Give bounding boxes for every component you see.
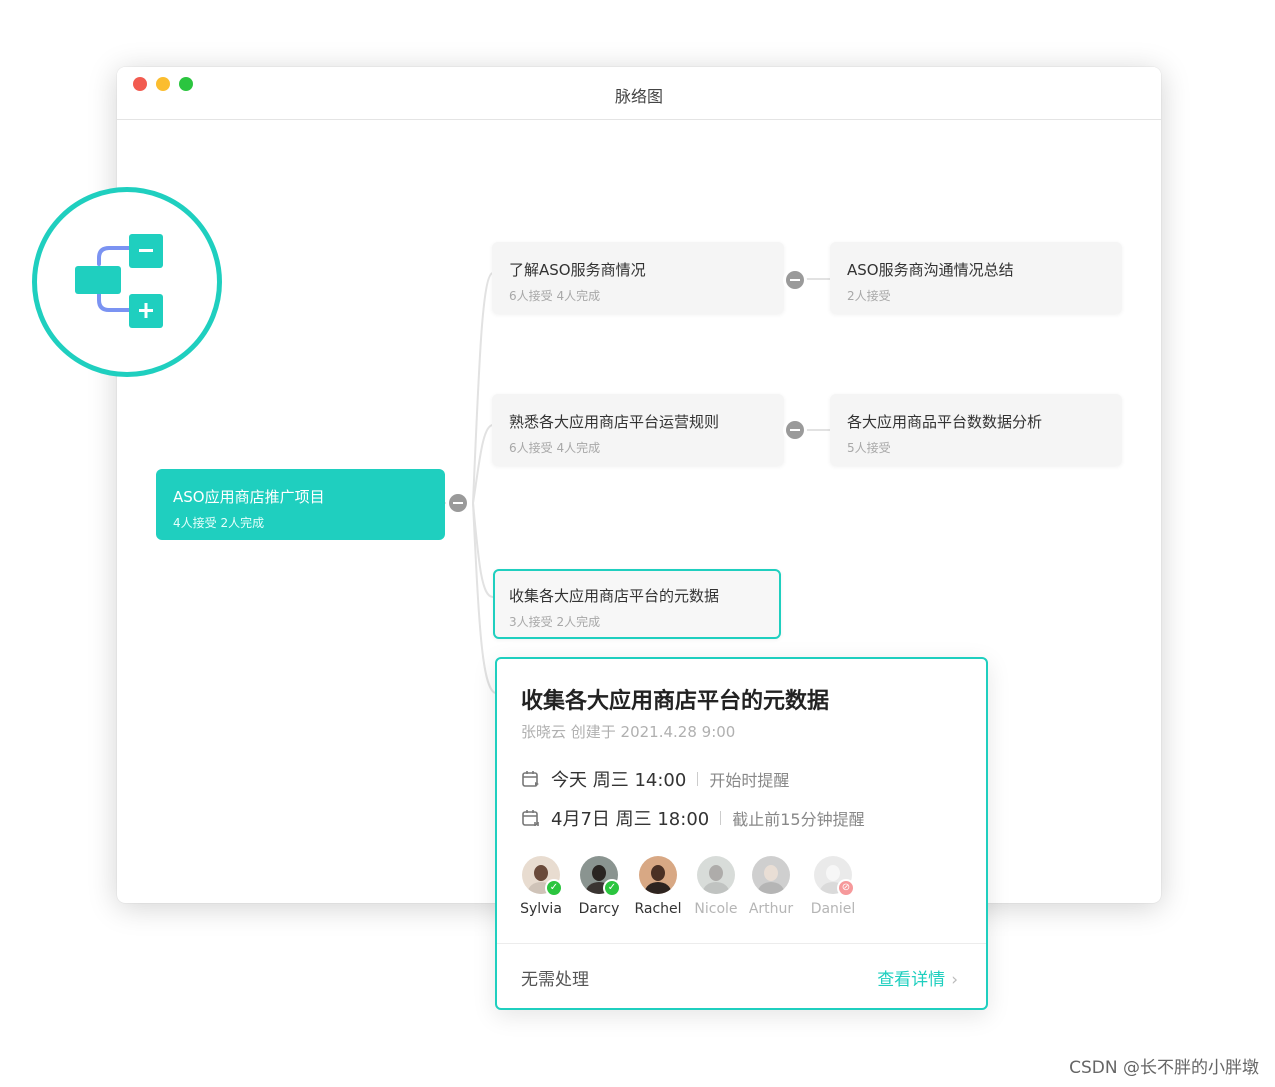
mindmap-node-3-selected[interactable]: 收集各大应用商店平台的元数据 3人接受 2人完成 — [493, 569, 781, 639]
start-time: 今天 周三 14:00 — [551, 770, 687, 791]
mindmap-node-2[interactable]: 熟悉各大应用商店平台运营规则 6人接受 4人完成 — [492, 394, 784, 466]
avatar — [697, 856, 735, 894]
node-title: 熟悉各大应用商店平台运营规则 — [509, 413, 720, 431]
assignee-darcy[interactable]: ✓ Darcy — [569, 856, 629, 917]
assignee-name: Darcy — [578, 901, 620, 917]
mindmap-node-root[interactable]: ASO应用商店推广项目 4人接受 2人完成 — [156, 469, 445, 540]
divider — [720, 811, 722, 825]
assignee-sylvia[interactable]: ✓ Sylvia — [511, 856, 571, 917]
assignee-daniel[interactable]: ⊘ Daniel — [803, 856, 863, 917]
assignee-arthur[interactable]: Arthur — [741, 856, 801, 917]
check-icon: ✓ — [545, 879, 563, 897]
popup-divider — [497, 943, 986, 944]
mindmap-node-1[interactable]: 了解ASO服务商情况 6人接受 4人完成 — [492, 242, 784, 314]
node-title: ASO服务商沟通情况总结 — [847, 261, 1014, 279]
node-stats: 5人接受 — [847, 441, 891, 455]
node-stats: 6人接受 4人完成 — [509, 441, 601, 455]
calendar-due-icon — [522, 810, 539, 826]
avatar — [752, 856, 790, 894]
mindmap-icon — [75, 234, 163, 328]
node-stats: 3人接受 2人完成 — [509, 615, 601, 629]
divider — [697, 772, 699, 786]
mindmap-badge — [32, 187, 222, 377]
task-detail-popup: 收集各大应用商店平台的元数据 张晓云 创建于 2021.4.28 9:00 今天… — [495, 657, 988, 1010]
node-title: 收集各大应用商店平台的元数据 — [509, 587, 720, 605]
chevron-right-icon: › — [951, 970, 958, 990]
assignee-rachel[interactable]: Rachel — [628, 856, 688, 917]
assignee-name: Daniel — [810, 901, 856, 917]
assignee-name: Arthur — [748, 901, 794, 917]
avatar: ✓ — [580, 856, 621, 897]
mindmap-node-2-1[interactable]: 各大应用商品平台数数据分析 5人接受 — [830, 394, 1122, 466]
rejected-icon: ⊘ — [837, 879, 855, 897]
node-title: ASO应用商店推广项目 — [173, 488, 325, 506]
assignee-name: Nicole — [694, 901, 738, 917]
start-reminder: 开始时提醒 — [709, 771, 790, 790]
avatar: ⊘ — [814, 856, 855, 897]
assignee-nicole[interactable]: Nicole — [686, 856, 746, 917]
view-details-link[interactable]: 查看详情 › — [877, 965, 958, 990]
status-text: 无需处理 — [521, 970, 589, 990]
mindmap-node-1-1[interactable]: ASO服务商沟通情况总结 2人接受 — [830, 242, 1122, 314]
node-title: 各大应用商品平台数数据分析 — [847, 413, 1043, 431]
node-stats: 6人接受 4人完成 — [509, 289, 601, 303]
assignee-name: Sylvia — [520, 901, 562, 917]
check-icon: ✓ — [603, 879, 621, 897]
calendar-start-icon — [522, 771, 539, 787]
avatar: ✓ — [522, 856, 563, 897]
due-reminder: 截止前15分钟提醒 — [732, 810, 865, 829]
popup-meta: 张晓云 创建于 2021.4.28 9:00 — [521, 723, 736, 741]
avatar — [639, 856, 677, 894]
watermark: CSDN @长不胖的小胖墩 — [1069, 1058, 1259, 1078]
assignee-name: Rachel — [634, 901, 682, 917]
collapse-root-button[interactable] — [449, 494, 467, 512]
node-title: 了解ASO服务商情况 — [509, 261, 646, 279]
due-time: 4月7日 周三 18:00 — [551, 809, 710, 830]
due-time-row[interactable]: 4月7日 周三 18:00 截止前15分钟提醒 — [521, 806, 865, 830]
node-stats: 4人接受 2人完成 — [173, 516, 265, 530]
start-time-row[interactable]: 今天 周三 14:00 开始时提醒 — [521, 767, 789, 791]
popup-title: 收集各大应用商店平台的元数据 — [521, 689, 830, 714]
collapse-node-1-button[interactable] — [786, 271, 804, 289]
collapse-node-2-button[interactable] — [786, 421, 804, 439]
node-stats: 2人接受 — [847, 289, 891, 303]
view-details-label: 查看详情 — [877, 970, 946, 990]
